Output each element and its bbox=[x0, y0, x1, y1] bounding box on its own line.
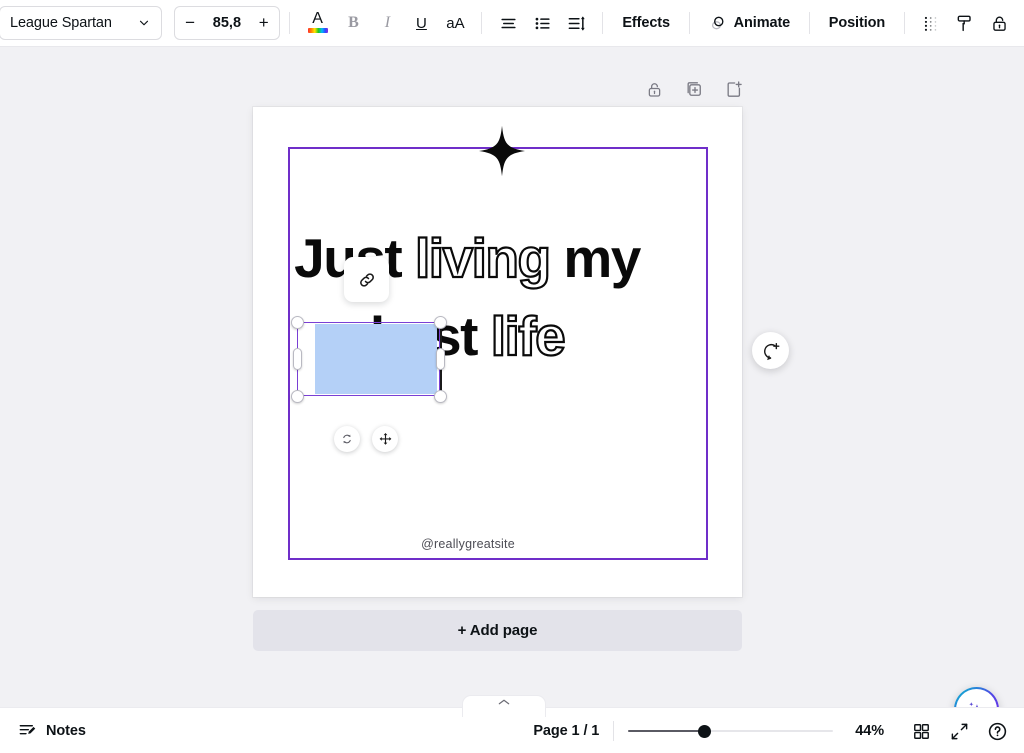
resize-handle-bottom-left[interactable] bbox=[291, 390, 304, 403]
bottom-status-bar: Notes Page 1 / 1 44% bbox=[0, 695, 1024, 753]
rotate-handle[interactable] bbox=[334, 426, 360, 452]
animate-label: Animate bbox=[733, 15, 791, 31]
move-icon bbox=[379, 432, 391, 445]
text-align-button[interactable] bbox=[491, 6, 525, 40]
grid-view-icon bbox=[913, 723, 929, 739]
add-comment-icon bbox=[763, 342, 779, 360]
text-format-toolbar: League Spartan − + A B I U aA bbox=[0, 0, 1024, 47]
add-page-bar-button[interactable]: + Add page bbox=[253, 610, 742, 651]
chevron-up-icon bbox=[498, 699, 510, 705]
resize-handle-right-middle[interactable] bbox=[436, 348, 445, 370]
zoom-slider[interactable] bbox=[628, 723, 834, 739]
notes-button[interactable]: Notes bbox=[12, 716, 92, 745]
bullet-list-icon bbox=[535, 17, 550, 29]
headline-word-my: my bbox=[563, 227, 641, 289]
social-handle-text: @reallygreatsite bbox=[421, 537, 515, 551]
rotate-icon bbox=[343, 434, 351, 444]
move-handle[interactable] bbox=[372, 426, 398, 452]
fullscreen-button[interactable] bbox=[944, 716, 974, 746]
animate-icon bbox=[711, 16, 724, 30]
font-size-decrease-button[interactable]: − bbox=[175, 7, 205, 39]
help-icon bbox=[988, 722, 1006, 740]
underline-button[interactable]: U bbox=[404, 6, 438, 40]
position-button[interactable]: Position bbox=[819, 6, 895, 40]
lock-button[interactable] bbox=[982, 6, 1016, 40]
grid-view-button[interactable] bbox=[906, 716, 936, 746]
page-tools-bar bbox=[640, 75, 748, 103]
unlock-icon bbox=[992, 16, 1006, 31]
headline-line-1: Just living my bbox=[271, 219, 663, 297]
font-size-increase-button[interactable]: + bbox=[249, 7, 279, 39]
font-color-button[interactable]: A bbox=[299, 6, 337, 40]
transparency-button[interactable] bbox=[914, 6, 948, 40]
bold-button[interactable]: B bbox=[336, 6, 370, 40]
text-case-button[interactable]: aA bbox=[438, 6, 472, 40]
transparency-icon bbox=[924, 16, 936, 31]
duplicate-page-button[interactable] bbox=[680, 75, 708, 103]
zoom-slider-knob[interactable] bbox=[698, 725, 712, 738]
resize-handle-left-middle[interactable] bbox=[293, 348, 302, 370]
headline-word-living: living bbox=[414, 226, 552, 290]
text-align-icon bbox=[501, 18, 516, 28]
toolbar-divider bbox=[288, 12, 290, 34]
duplicate-icon bbox=[687, 82, 701, 96]
underline-label: U bbox=[416, 14, 427, 32]
font-color-gradient-bar bbox=[307, 28, 328, 33]
zoom-percent-label: 44% bbox=[855, 723, 884, 739]
lock-page-button[interactable] bbox=[640, 75, 668, 103]
font-size-input[interactable] bbox=[204, 15, 249, 31]
add-comment-button[interactable] bbox=[752, 332, 789, 369]
text-selection-highlight bbox=[315, 324, 437, 394]
effects-button[interactable]: Effects bbox=[612, 6, 679, 40]
toolbar-divider bbox=[481, 12, 483, 34]
toolbar-divider bbox=[602, 12, 604, 34]
add-page-label: + Add page bbox=[457, 622, 538, 639]
expand-arrows-icon bbox=[951, 723, 967, 739]
animate-button[interactable]: Animate bbox=[699, 6, 800, 40]
font-color-letter: A bbox=[312, 10, 323, 27]
line-spacing-icon bbox=[568, 16, 585, 30]
italic-label: I bbox=[384, 14, 391, 31]
paint-roller-icon bbox=[957, 15, 971, 32]
bullet-list-button[interactable] bbox=[525, 6, 559, 40]
notes-label: Notes bbox=[46, 722, 86, 739]
toolbar-divider bbox=[808, 12, 810, 34]
font-family-select[interactable]: League Spartan bbox=[0, 6, 163, 40]
font-family-value: League Spartan bbox=[10, 15, 112, 31]
unlock-icon bbox=[648, 82, 660, 97]
zoom-track-fill bbox=[628, 730, 706, 732]
resize-handle-top-left[interactable] bbox=[291, 316, 304, 329]
italic-button[interactable]: I bbox=[370, 6, 404, 40]
text-case-label: aA bbox=[446, 14, 465, 32]
link-chip-button[interactable] bbox=[344, 257, 389, 302]
four-point-star-icon bbox=[479, 125, 525, 177]
add-page-button[interactable] bbox=[720, 75, 748, 103]
toolbar-divider bbox=[904, 12, 906, 34]
resize-handle-bottom-right[interactable] bbox=[434, 390, 447, 403]
toolbar-divider bbox=[688, 12, 690, 34]
help-button[interactable] bbox=[982, 716, 1012, 746]
link-icon bbox=[359, 272, 374, 287]
bold-label: B bbox=[348, 14, 359, 31]
editor-canvas-area: Just living my best life @reallygreatsit… bbox=[0, 47, 1024, 732]
notes-icon bbox=[19, 725, 36, 735]
page-indicator: Page 1 / 1 bbox=[533, 723, 600, 739]
chevron-down-icon bbox=[140, 20, 149, 26]
design-page[interactable]: Just living my best life @reallygreatsit… bbox=[253, 107, 742, 597]
resize-handle-top-right[interactable] bbox=[434, 316, 447, 329]
add-page-icon bbox=[727, 81, 742, 97]
bottom-divider bbox=[613, 721, 615, 741]
canva-editor-window: League Spartan − + A B I U aA bbox=[0, 0, 1024, 753]
copy-style-button[interactable] bbox=[948, 6, 982, 40]
bottom-bar-right-controls: Page 1 / 1 44% bbox=[533, 708, 1024, 753]
line-spacing-button[interactable] bbox=[559, 6, 593, 40]
headline-word-life: life bbox=[490, 304, 567, 368]
font-color-icon: A bbox=[305, 10, 331, 36]
font-size-stepper: − + bbox=[174, 6, 280, 40]
